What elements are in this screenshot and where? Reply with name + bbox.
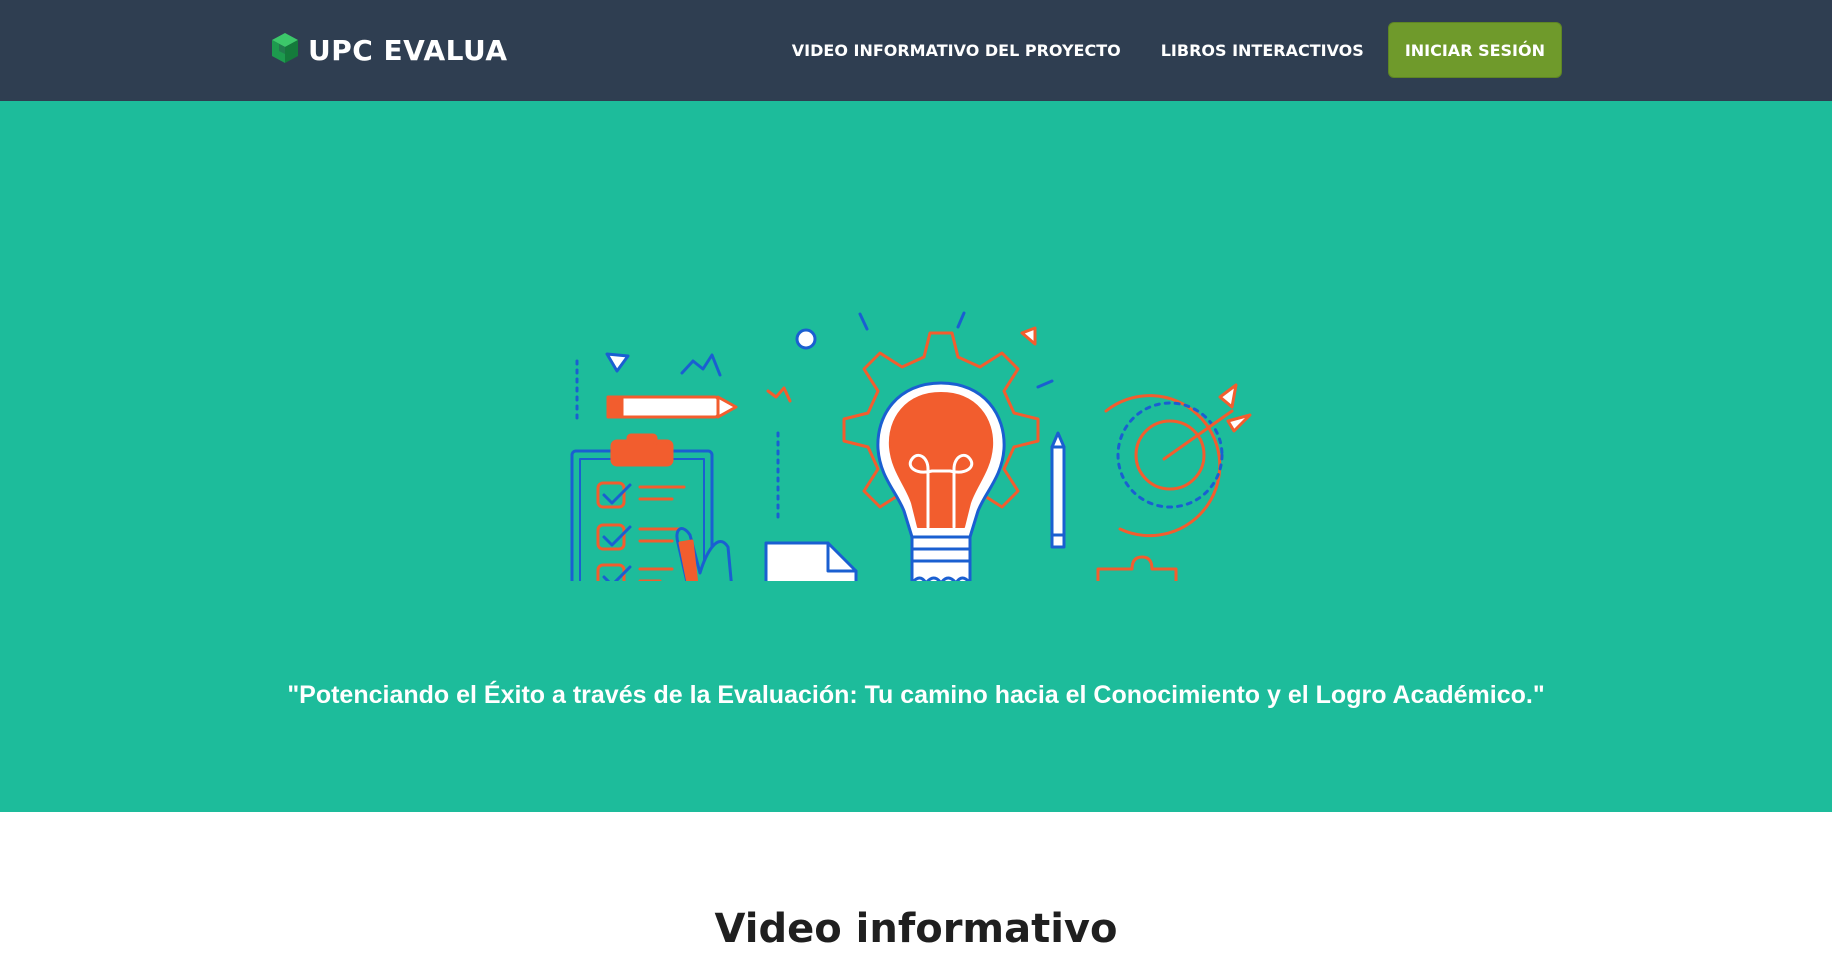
small-pencil-icon [1050,431,1066,549]
small-circle-icon [795,328,817,350]
triangle-icon [605,352,630,373]
target-icon [1104,383,1252,538]
lightbulb-icon [876,381,1006,627]
clipboard-checklist-icon [570,433,743,637]
nav-link-books[interactable]: LIBROS INTERACTIVOS [1161,41,1364,60]
brand-link[interactable]: UPC EVALUA [270,30,508,70]
login-button[interactable]: INICIAR SESIÓN [1387,22,1562,78]
hero-tagline: "Potenciando el Éxito a través de la Eva… [287,681,1545,709]
puzzle-piece-icon [1096,555,1192,653]
education-ideas-illustration [560,201,1280,653]
document-icon [764,541,858,653]
video-section-title: Video informativo [714,906,1118,952]
zigzag-icon [680,353,722,377]
nav-links: VIDEO INFORMATIVO DEL PROYECTO LIBROS IN… [792,22,1562,78]
nav-link-video[interactable]: VIDEO INFORMATIVO DEL PROYECTO [792,41,1121,60]
brand-name: UPC EVALUA [308,33,508,67]
cube-logo-icon [270,32,300,69]
pencil-icon [606,395,738,419]
top-navbar: UPC EVALUA VIDEO INFORMATIVO DEL PROYECT… [0,0,1832,101]
hero-section: "Potenciando el Éxito a través de la Eva… [0,101,1832,812]
